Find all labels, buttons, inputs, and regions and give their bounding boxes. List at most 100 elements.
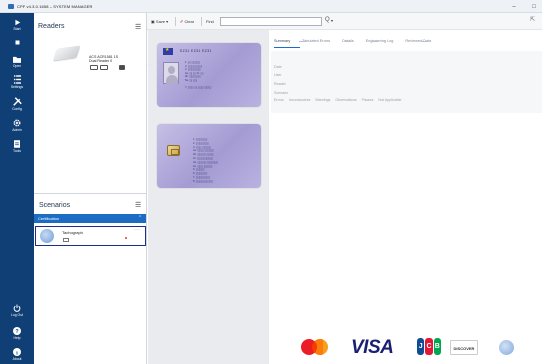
- scenario-category-label: Certification: [38, 216, 60, 221]
- count-warnings: Warnings: [315, 98, 331, 102]
- chip-icon: [167, 145, 180, 156]
- export-icon[interactable]: ⇱: [530, 16, 535, 23]
- help-icon: ?: [13, 327, 21, 335]
- scenario-avatar: [40, 229, 54, 243]
- info-icon: i: [13, 348, 21, 356]
- nav-logout[interactable]: Log Out: [0, 304, 34, 317]
- tab-reviewed-data[interactable]: Reviewed Data: [405, 39, 431, 43]
- document-icon: [14, 140, 20, 148]
- scenario-more-button[interactable]: ···: [134, 227, 140, 233]
- result-counts: Errors Inconclusives Warnings Observatio…: [274, 98, 401, 102]
- tab-tabulated-errors[interactable]: Tabulated Errors: [302, 39, 330, 43]
- summary-panel: Date User Reader Scenario Errors Inconcl…: [271, 51, 542, 113]
- maximize-button[interactable]: □: [528, 3, 540, 11]
- readers-panel: Readers ☰ ACS ACR1581 1S Dual Reader 0 ·…: [34, 13, 152, 193]
- save-button[interactable]: ▣ Save ▾: [151, 19, 168, 24]
- tab-engineering-log[interactable]: Engineering Log: [366, 39, 394, 43]
- jcb-logo: J C B: [417, 338, 441, 355]
- readers-menu-button[interactable]: ☰: [135, 23, 141, 31]
- jcb-letter: B: [433, 338, 441, 355]
- field-user: User: [274, 73, 282, 77]
- window-title: CPF v4.3.0.1658 – SYSTEM MANAGER: [17, 4, 93, 9]
- mastercard-logo: [301, 339, 331, 355]
- reader-name: ACS ACR1581 1S Dual Reader 0: [89, 55, 118, 63]
- nav-about-label: About: [12, 357, 22, 361]
- find-input[interactable]: [220, 17, 322, 26]
- card-front-image: EZ31 EZ31 EZ31 1. ▯▯ ▯▯▯▯▯▯ 2. ▯▯▯▯▯▯▯▯▯…: [157, 43, 261, 107]
- count-passes: Passes: [361, 98, 374, 102]
- main-nav-sidebar: Start Open Settings Config Admin Tools L…: [0, 13, 34, 364]
- holder-photo: [163, 62, 179, 84]
- card-reader-image: [53, 45, 81, 61]
- readers-title: Readers: [38, 23, 65, 30]
- scenario-name: Tachograph: [62, 230, 83, 235]
- nav-about[interactable]: i About: [0, 348, 34, 361]
- svg-text:?: ?: [15, 329, 18, 335]
- active-tab-indicator: [274, 47, 300, 48]
- nav-start-label: Start: [13, 27, 21, 31]
- result-tabs: Summary Tabulated Errors Details Enginee…: [274, 39, 431, 43]
- nav-logout-label: Log Out: [10, 313, 24, 317]
- scenarios-panel: Scenarios ☰ Certification ⌃ Tachograph ·…: [34, 193, 147, 364]
- card-front-fields: 1. ▯▯ ▯▯▯▯▯▯ 2. ▯▯▯▯▯▯▯▯▯▯ 3. ▯▯▯▯▯▯▯▯▯ …: [185, 61, 211, 90]
- gear-icon: [13, 119, 21, 127]
- nav-stop[interactable]: [0, 40, 34, 45]
- search-icon[interactable]: Q: [325, 17, 330, 23]
- power-icon: [13, 304, 21, 312]
- count-errors: Errors: [274, 98, 284, 102]
- contact-icon: [90, 65, 98, 70]
- visa-logo: VISA: [351, 337, 394, 358]
- tab-summary[interactable]: Summary: [274, 39, 290, 43]
- play-icon: [14, 19, 20, 26]
- card-images-pane: EZ31 EZ31 EZ31 1. ▯▯ ▯▯▯▯▯▯ 2. ▯▯▯▯▯▯▯▯▯…: [148, 30, 269, 364]
- scenario-item-tachograph[interactable]: Tachograph ···: [35, 226, 146, 246]
- nav-start[interactable]: Start: [0, 19, 34, 31]
- count-observations: Observations: [335, 98, 357, 102]
- clear-label: Clear: [184, 19, 195, 24]
- list-icon: [13, 75, 21, 84]
- reader-name-line2: Dual Reader 0: [89, 59, 113, 64]
- eraser-icon: ✐: [180, 19, 184, 24]
- title-bar: CPF v4.3.0.1658 – SYSTEM MANAGER – □: [0, 0, 542, 13]
- scenarios-title: Scenarios: [39, 202, 71, 209]
- nav-tools-label: Tools: [13, 149, 21, 153]
- nav-settings[interactable]: Settings: [0, 75, 34, 89]
- minimize-button[interactable]: –: [508, 3, 520, 11]
- clear-button[interactable]: ✐ Clear: [180, 19, 194, 24]
- reader-status-icons: [90, 65, 125, 70]
- search-dropdown-chevron[interactable]: ▾: [331, 18, 333, 23]
- reader-item[interactable]: ACS ACR1581 1S Dual Reader 0 ···: [48, 41, 152, 75]
- count-not-applicable: Not Applicable: [378, 98, 402, 102]
- tools-icon: [12, 97, 22, 106]
- chevron-up-icon: ⌃: [138, 215, 143, 221]
- jcb-letter: C: [425, 338, 433, 355]
- contactless-logo: [499, 340, 514, 355]
- contactless-icon: [100, 65, 108, 70]
- toolbar: ▣ Save ▾ ✐ Clear Find Q ▾ ⇱: [147, 13, 542, 30]
- eu-flag-icon: [163, 47, 173, 55]
- scenarios-menu-button[interactable]: ☰: [135, 201, 141, 209]
- nav-tools[interactable]: Tools: [0, 140, 34, 153]
- nav-admin[interactable]: Admin: [0, 119, 34, 132]
- field-date: Date: [274, 65, 282, 69]
- folder-icon: [13, 56, 21, 63]
- tab-separator: [299, 41, 305, 42]
- nav-config[interactable]: Config: [0, 97, 34, 111]
- save-icon: ▣: [151, 19, 155, 24]
- count-inconclusives: Inconclusives: [288, 98, 311, 102]
- tab-separator: [372, 41, 378, 42]
- scenario-category-header[interactable]: Certification ⌃: [34, 214, 146, 223]
- app-icon: [8, 4, 14, 9]
- nav-open-label: Open: [12, 64, 22, 68]
- card-front-title: EZ31 EZ31 EZ31: [180, 49, 212, 53]
- field-scenario: Scenario: [274, 91, 289, 95]
- nav-help[interactable]: ? Help: [0, 327, 34, 340]
- nav-config-label: Config: [12, 107, 22, 111]
- card-back-fields: 1. ▯▯▯▯▯▯▯▯ 2. ▯▯▯▯▯▯▯▯▯ 3. ▯▯▯▯ ▯▯▯▯▯▯ …: [193, 138, 218, 184]
- save-label: Save: [155, 19, 166, 24]
- nav-admin-label: Admin: [12, 128, 22, 132]
- nav-open[interactable]: Open: [0, 56, 34, 68]
- find-label: Find: [206, 19, 214, 24]
- nav-help-label: Help: [13, 336, 21, 340]
- card-back-image: 1. ▯▯▯▯▯▯▯▯ 2. ▯▯▯▯▯▯▯▯▯ 3. ▯▯▯▯ ▯▯▯▯▯▯ …: [157, 124, 261, 188]
